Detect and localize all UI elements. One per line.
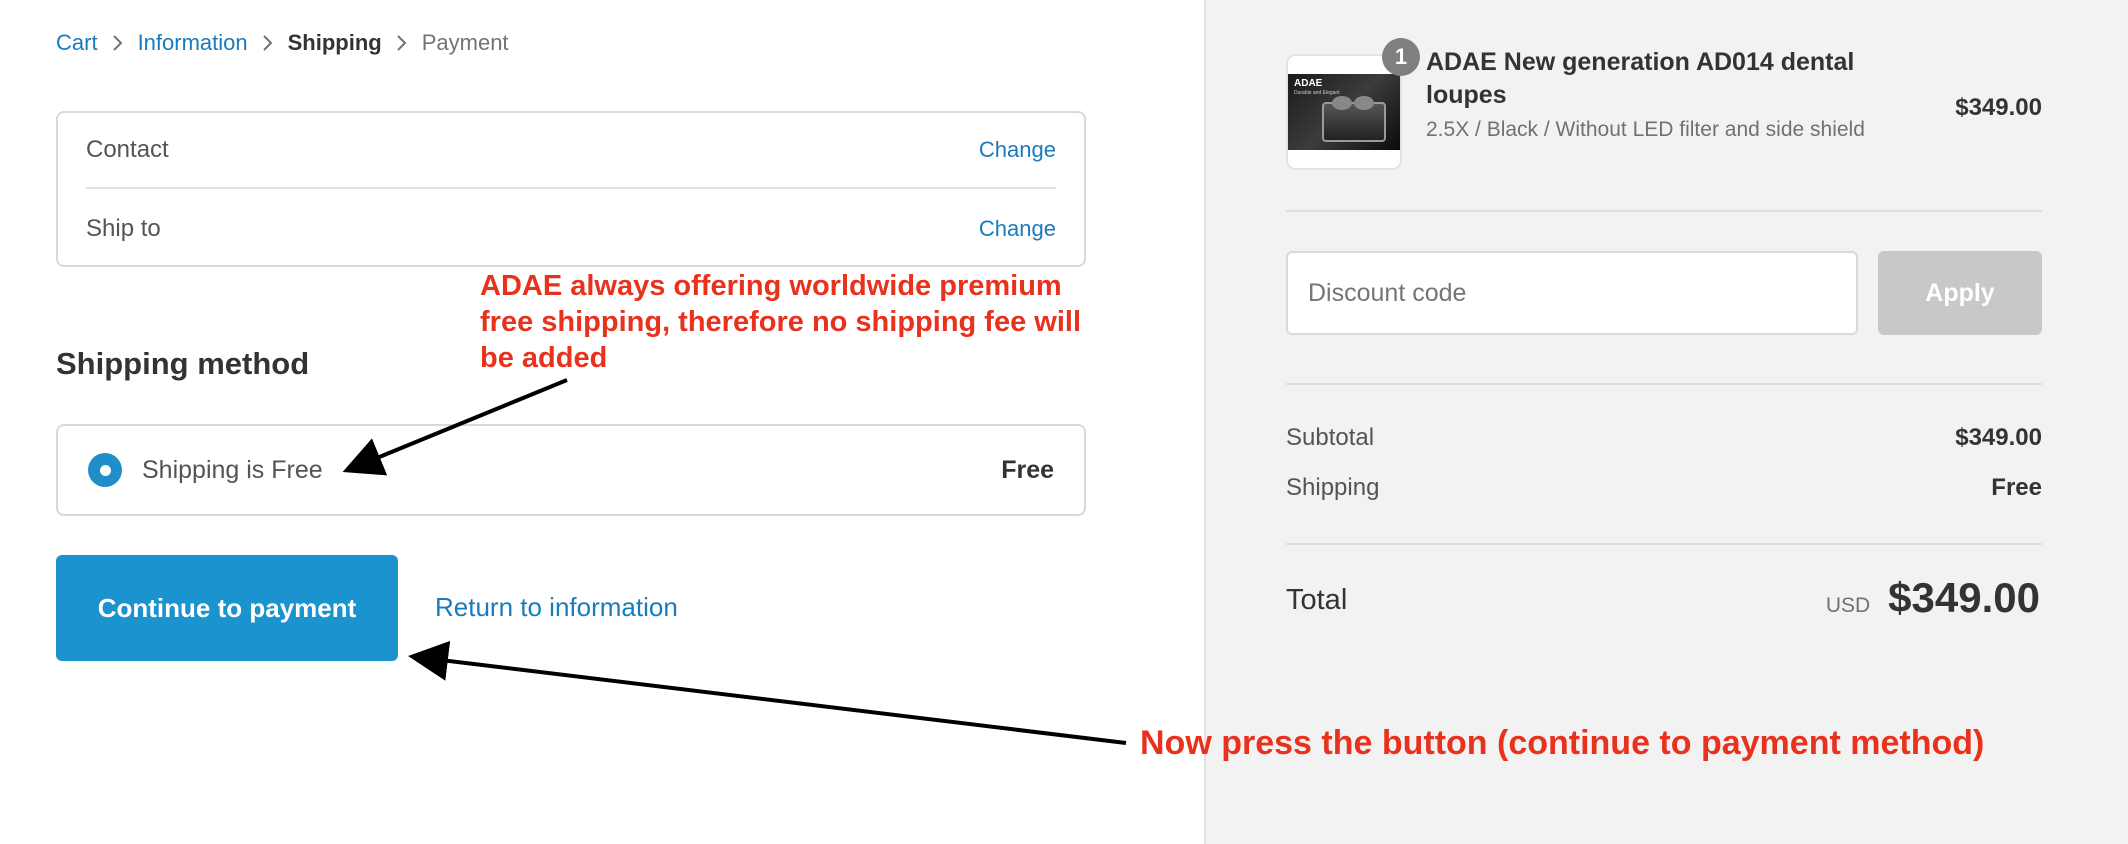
chevron-right-icon — [248, 31, 288, 55]
subtotal-label: Subtotal — [1286, 424, 1375, 451]
continue-to-payment-button[interactable]: Continue to payment — [56, 555, 398, 661]
ship-to-label: Ship to — [86, 215, 161, 242]
loupe-lens-shape — [1354, 96, 1374, 110]
shipping-method-title: Shipping method — [56, 346, 310, 381]
review-row-contact: Contact Change — [86, 113, 1056, 189]
review-box: Contact Change Ship to Change — [56, 111, 1086, 267]
radio-dot-icon — [99, 464, 111, 476]
product-image-tagline: Durable and Elegant — [1294, 90, 1340, 96]
return-to-information-link[interactable]: Return to information — [435, 592, 678, 623]
total-amount: $349.00 — [1888, 574, 2040, 621]
quantity-badge: 1 — [1382, 38, 1420, 76]
currency-code: USD — [1825, 594, 1871, 617]
product-image-brand: ADAE — [1294, 78, 1323, 89]
shipping-option-price: Free — [1001, 455, 1054, 484]
breadcrumb: Cart Information Shipping Payment — [56, 30, 509, 56]
annotation-press-button-note: Now press the button (continue to paymen… — [1140, 724, 1985, 762]
shipping-option[interactable]: Shipping is Free Free — [56, 424, 1086, 516]
breadcrumb-cart[interactable]: Cart — [56, 30, 98, 56]
subtotal-row: Subtotal $349.00 — [1286, 424, 2042, 452]
change-contact-link[interactable]: Change — [979, 137, 1056, 163]
breadcrumb-payment: Payment — [421, 30, 509, 55]
product-line: ADAE Durable and Elegant 1 ADAE New gene… — [1286, 38, 2042, 172]
chevron-right-icon — [382, 31, 422, 55]
shipping-value: Free — [1991, 474, 2042, 501]
breadcrumb-shipping: Shipping — [287, 30, 382, 55]
loupe-case-shape — [1322, 102, 1386, 142]
subtotal-value: $349.00 — [1955, 424, 2042, 451]
product-image: ADAE Durable and Elegant — [1288, 74, 1400, 150]
shipping-option-radio[interactable] — [88, 453, 122, 487]
divider — [1286, 383, 2042, 385]
discount-code-input[interactable] — [1286, 251, 1858, 335]
contact-label: Contact — [86, 136, 169, 163]
annotation-free-shipping-note: ADAE always offering worldwide premium f… — [480, 270, 1081, 374]
total-label: Total — [1286, 584, 1348, 616]
product-variant: 2.5X / Black / Without LED filter and si… — [1426, 118, 1865, 141]
total-amount-group: USD $349.00 — [1826, 574, 2040, 622]
shipping-option-label: Shipping is Free — [142, 455, 323, 484]
loupe-lens-shape — [1332, 96, 1352, 110]
shipping-label: Shipping — [1286, 474, 1380, 501]
product-thumbnail: ADAE Durable and Elegant 1 — [1286, 38, 1420, 170]
change-ship-to-link[interactable]: Change — [979, 216, 1056, 242]
chevron-right-icon — [98, 31, 138, 55]
shipping-row: Shipping Free — [1286, 474, 2042, 502]
product-name: ADAE New generation AD014 dental loupes — [1426, 48, 1855, 109]
order-summary-panel: ADAE Durable and Elegant 1 ADAE New gene… — [1204, 0, 2128, 844]
product-price: $349.00 — [1955, 94, 2042, 121]
checkout-main-panel: Cart Information Shipping Payment Contac… — [0, 0, 1204, 844]
review-row-ship-to: Ship to Change — [86, 191, 1056, 267]
divider — [1286, 210, 2042, 212]
breadcrumb-information[interactable]: Information — [138, 30, 248, 56]
apply-discount-button[interactable]: Apply — [1878, 251, 2042, 335]
divider — [1286, 543, 2042, 545]
